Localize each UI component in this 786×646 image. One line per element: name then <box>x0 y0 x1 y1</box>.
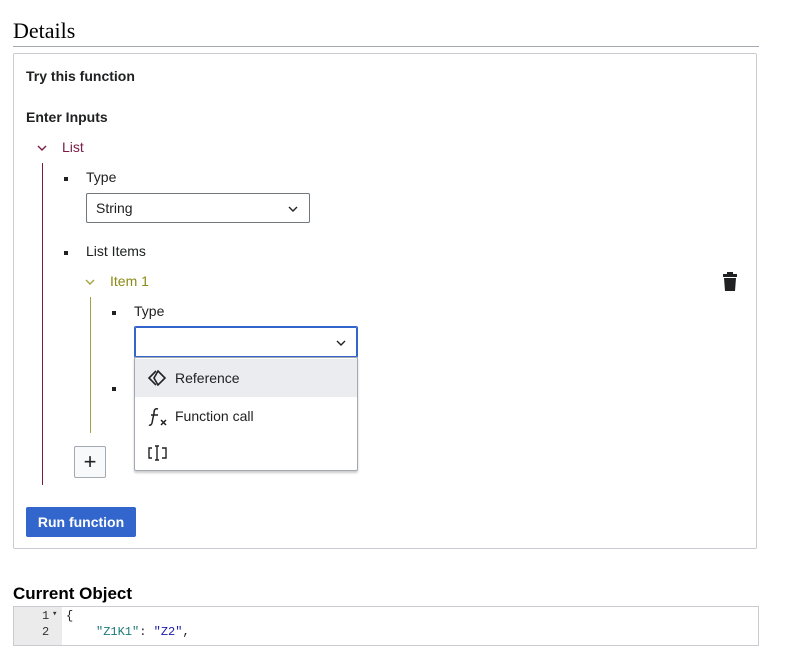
panel-title: Try this function <box>26 68 135 84</box>
json-trail: , <box>182 625 190 639</box>
bullet <box>64 251 68 255</box>
bullet <box>112 311 116 315</box>
item-type-label: Type <box>134 303 165 319</box>
fold-toggle-icon[interactable]: ▾ <box>52 609 57 619</box>
type-dropdown-menu: Reference Function call <box>134 357 358 471</box>
page-title: Details <box>13 18 76 43</box>
json-sep: : <box>139 625 154 639</box>
current-object-heading: Current Object <box>13 584 133 603</box>
trash-icon[interactable] <box>722 272 738 292</box>
add-item-button[interactable]: + <box>74 446 106 478</box>
list-type-select[interactable]: String <box>86 193 310 223</box>
line-number: 1 <box>42 609 50 623</box>
run-function-button[interactable]: Run function <box>26 507 136 537</box>
list-label[interactable]: List <box>62 139 84 155</box>
code-text: { <box>66 609 74 623</box>
item-label[interactable]: Item 1 <box>110 273 149 289</box>
list-guide-line <box>42 163 43 485</box>
menu-item-label: Function call <box>175 408 254 424</box>
list-items-label: List Items <box>86 243 146 259</box>
bullet <box>112 387 116 391</box>
chevron-down-icon <box>336 340 346 346</box>
text-cursor-icon <box>148 445 167 461</box>
chevron-down-icon <box>288 206 298 212</box>
reference-icon <box>147 369 167 387</box>
bullet <box>64 177 68 181</box>
item-type-select[interactable] <box>134 326 358 358</box>
menu-item-reference[interactable]: Reference <box>135 359 357 397</box>
item-chevron-down-icon[interactable] <box>84 275 96 287</box>
menu-item-text[interactable] <box>135 434 357 472</box>
list-type-label: Type <box>86 169 117 185</box>
json-editor[interactable]: 1 ▾ { 2 "Z1K1": "Z2", <box>13 606 759 646</box>
try-function-panel <box>13 53 757 549</box>
json-key: "Z1K1" <box>96 625 140 639</box>
function-call-icon <box>148 408 167 426</box>
line-number: 2 <box>42 625 50 639</box>
list-type-value: String <box>96 200 133 216</box>
menu-item-label: Reference <box>175 370 240 386</box>
title-divider <box>13 46 759 47</box>
json-value: "Z2" <box>153 625 183 639</box>
menu-item-function-call[interactable]: Function call <box>135 397 357 435</box>
plus-icon: + <box>83 449 97 474</box>
code-line: "Z1K1": "Z2", <box>96 625 190 639</box>
item-guide-line <box>90 297 91 433</box>
inputs-heading: Enter Inputs <box>26 109 108 125</box>
list-chevron-down-icon[interactable] <box>36 141 48 153</box>
